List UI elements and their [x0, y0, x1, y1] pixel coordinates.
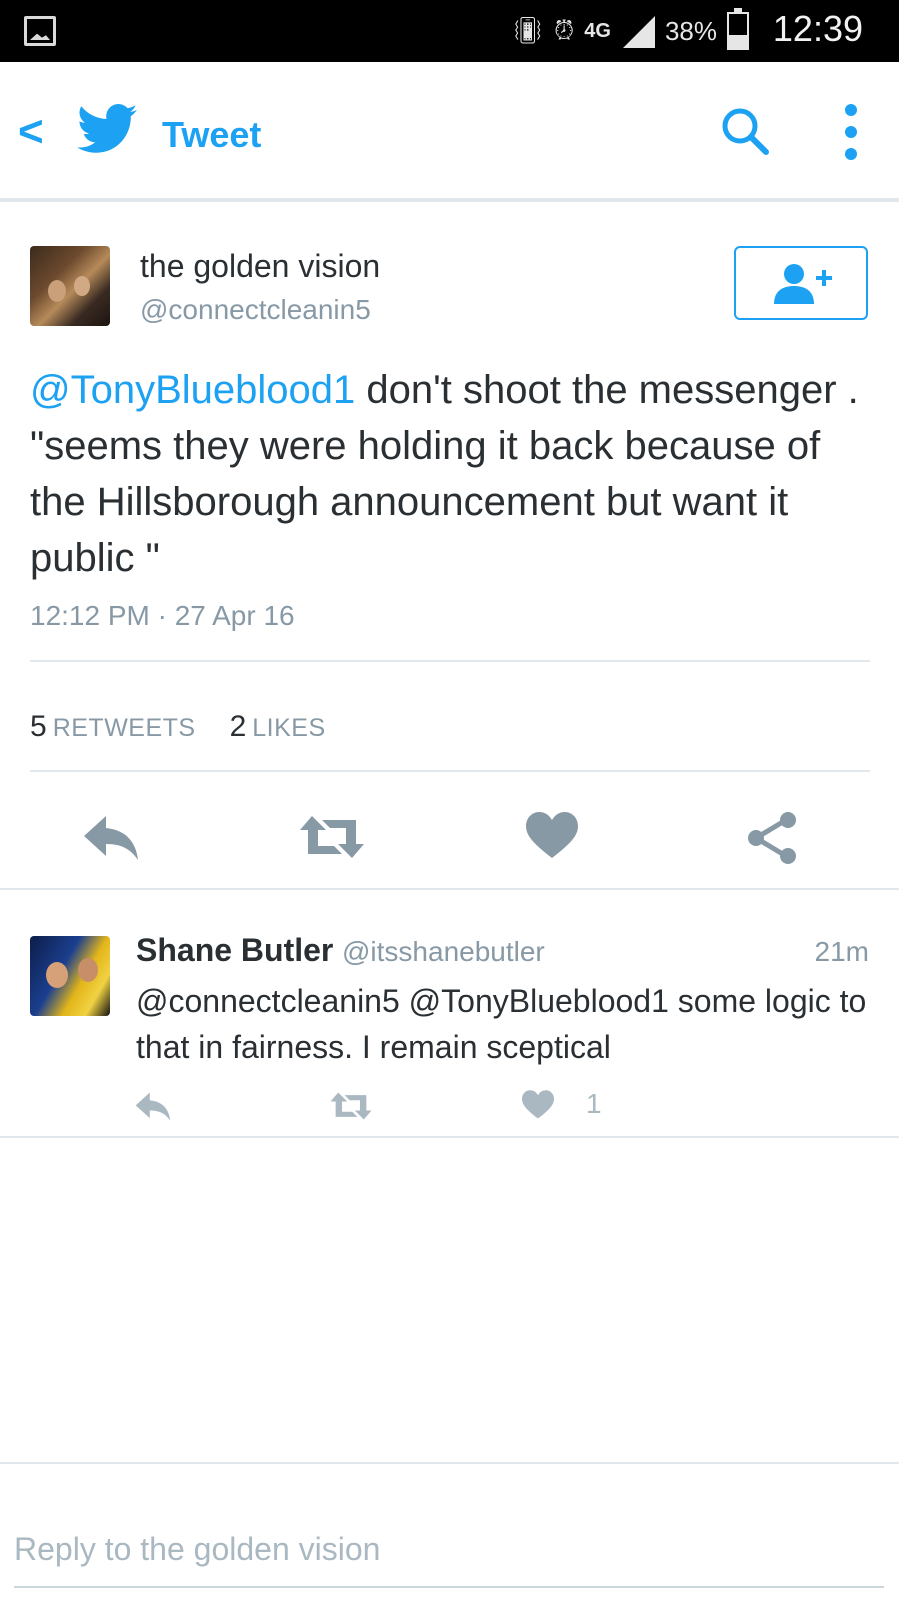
reply-input[interactable] — [14, 1512, 884, 1588]
reply-author-name[interactable]: Shane Butler — [136, 932, 333, 969]
reply-author-handle[interactable]: @itsshanebutler — [342, 936, 545, 968]
author-name[interactable]: the golden vision — [140, 248, 380, 285]
divider — [30, 770, 870, 772]
follow-button[interactable] — [734, 246, 868, 320]
author-avatar[interactable] — [30, 246, 110, 326]
alarm-icon: ⏰︎ — [553, 16, 575, 46]
gallery-icon — [24, 16, 56, 46]
vibrate-icon: 📳︎ — [510, 16, 544, 46]
app-header: < Tweet — [0, 62, 899, 202]
reply-actions — [0, 1090, 899, 1130]
share-icon[interactable] — [746, 812, 798, 864]
battery-icon — [727, 8, 749, 50]
reply-text: @connectcleanin5 @TonyBlueblood1 some lo… — [136, 983, 867, 1065]
twitter-bird-icon — [77, 104, 137, 153]
tweet-text: @TonyBlueblood1 don't shoot the messenge… — [30, 362, 870, 586]
status-icons: 📳︎ ⏰︎ 4G 38% — [510, 8, 749, 52]
tweet-actions — [0, 812, 899, 872]
status-time: 12:39 — [772, 8, 863, 49]
retweet-count: 5 — [30, 710, 47, 743]
signal-icon — [622, 16, 655, 48]
reply-avatar[interactable] — [30, 936, 110, 1016]
tweet-mention[interactable]: @TonyBlueblood1 — [30, 368, 355, 412]
retweet-label: RETWEETS — [52, 714, 196, 742]
retweets-stat[interactable]: 5 RETWEETS — [30, 710, 196, 744]
overflow-menu-icon[interactable] — [842, 104, 860, 162]
reply-icon[interactable] — [134, 1090, 172, 1122]
page-title: Tweet — [162, 114, 262, 155]
status-bar: 📳︎ ⏰︎ 4G 38% 12:39 — [0, 0, 899, 62]
back-icon[interactable]: < — [18, 110, 44, 154]
reply-like-count: 1 — [586, 1088, 602, 1119]
follow-user-icon — [774, 264, 832, 304]
search-icon[interactable] — [718, 104, 774, 160]
divider — [0, 888, 899, 890]
tweet-stats: 5 RETWEETS 2 LIKES — [30, 710, 326, 744]
author-handle[interactable]: @connectcleanin5 — [140, 294, 371, 326]
reply-icon[interactable] — [82, 812, 140, 862]
like-label: LIKES — [252, 714, 326, 742]
network-type: 4G — [584, 20, 611, 42]
battery-percent: 38% — [664, 15, 717, 46]
composer-divider — [0, 1462, 899, 1464]
retweet-icon[interactable] — [298, 812, 366, 862]
like-count: 2 — [229, 710, 247, 743]
tweet-timestamp: 12:12 PM · 27 Apr 16 — [30, 600, 295, 631]
divider — [0, 1136, 899, 1138]
divider — [30, 660, 870, 662]
like-icon[interactable] — [522, 1090, 554, 1120]
like-icon[interactable] — [526, 812, 578, 860]
likes-stat[interactable]: 2 LIKES — [230, 710, 326, 744]
retweet-icon[interactable] — [328, 1090, 374, 1122]
reply-time: 21m — [814, 936, 869, 967]
